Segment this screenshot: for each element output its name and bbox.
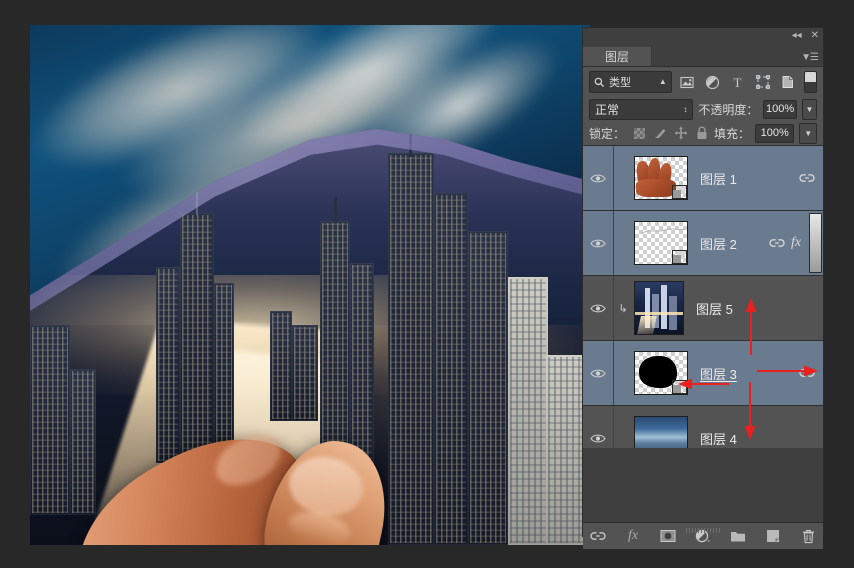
layer-name[interactable]: 图层 1 <box>700 169 737 188</box>
close-icon[interactable]: ✕ <box>811 30 819 42</box>
layer-row-5[interactable]: ↳ 图层 5 <box>583 276 823 341</box>
link-layers-button[interactable] <box>589 527 607 545</box>
photoshop-window: ◂◂ ✕ 图层 ▼☰ 类型 ▲ T 正常 ↕ 不透明度： 100% ▼ 锁定： … <box>0 0 854 568</box>
skyscraper <box>70 369 96 515</box>
panel-resize-grip[interactable] <box>686 528 720 533</box>
lock-fill-row: 锁定： 填充： 100% ▼ <box>583 121 823 145</box>
document-canvas[interactable] <box>30 25 590 545</box>
skyscraper <box>30 325 70 515</box>
eye-icon <box>590 368 606 379</box>
eye-icon <box>590 238 606 249</box>
layers-panel-toolbar: fx <box>583 522 823 549</box>
panel-menu-icon[interactable]: ▼☰ <box>801 52 819 63</box>
layers-scrollbar-thumb[interactable] <box>809 213 822 273</box>
building <box>292 325 318 421</box>
skyscraper <box>468 231 508 545</box>
svg-text:T: T <box>734 75 742 89</box>
layer-thumbnail[interactable] <box>634 221 688 265</box>
blend-mode-select[interactable]: 正常 ↕ <box>589 98 694 120</box>
fill-stepper[interactable]: ▼ <box>799 122 817 144</box>
tower-spire <box>334 197 337 223</box>
layer-thumbnail[interactable] <box>634 351 688 395</box>
skyscraper <box>508 277 548 545</box>
layer-name[interactable]: 图层 2 <box>700 234 737 253</box>
layer-thumbnail[interactable] <box>634 416 688 448</box>
skyscraper <box>156 267 180 463</box>
fingernail-highlight <box>283 450 369 523</box>
skyscraper <box>214 283 234 445</box>
lock-transparent-pixels-icon[interactable] <box>632 126 646 140</box>
mask-shape <box>639 356 677 388</box>
layer-row-1[interactable]: 图层 1 <box>583 146 823 211</box>
new-group-button[interactable] <box>729 527 747 545</box>
filter-kind-select[interactable]: 类型 ▲ <box>589 71 672 93</box>
lock-position-icon[interactable] <box>674 126 688 140</box>
eye-icon <box>590 433 606 444</box>
layer-visibility-toggle[interactable] <box>583 211 614 275</box>
layer-name[interactable]: 图层 5 <box>696 299 733 318</box>
filter-adjustment-icon[interactable] <box>703 72 722 92</box>
layer-style-button[interactable]: fx <box>624 527 642 545</box>
skyscraper <box>434 193 468 545</box>
tab-layers[interactable]: 图层 <box>583 47 652 66</box>
filter-toggle-switch[interactable] <box>803 71 818 93</box>
skyscraper <box>388 153 434 545</box>
lock-label: 锁定： <box>589 126 626 141</box>
new-layer-button[interactable] <box>764 527 782 545</box>
layer-thumbnail[interactable] <box>634 281 684 335</box>
lock-all-icon[interactable] <box>695 126 709 140</box>
lock-image-pixels-icon[interactable] <box>653 126 667 140</box>
add-layer-mask-button[interactable] <box>659 527 677 545</box>
filter-smart-object-icon[interactable] <box>778 72 797 92</box>
link-icon[interactable] <box>769 238 785 248</box>
panel-tabbar: 图层 ▼☰ <box>583 46 823 67</box>
layer-visibility-toggle[interactable] <box>583 406 614 448</box>
layer-filter-row: 类型 ▲ T <box>583 67 823 97</box>
layer-row-2[interactable]: 图层 2 fx ▼ <box>583 211 823 276</box>
filter-shape-icon[interactable] <box>753 72 772 92</box>
eye-icon <box>590 303 606 314</box>
layer-name[interactable]: 图层 3 <box>700 364 737 383</box>
link-icon[interactable] <box>799 368 815 378</box>
building <box>270 311 292 421</box>
filter-kind-label: 类型 <box>609 77 631 89</box>
panel-titlebar: ◂◂ ✕ <box>583 28 823 46</box>
layers-list-empty-area <box>583 448 823 533</box>
delete-layer-button[interactable] <box>799 527 817 545</box>
layer-visibility-toggle[interactable] <box>583 341 614 405</box>
chevron-updown-icon: ▲ <box>658 77 667 86</box>
eye-icon <box>590 173 606 184</box>
opacity-stepper[interactable]: ▼ <box>801 98 817 120</box>
layer-thumbnail[interactable] <box>634 156 688 200</box>
blend-opacity-row: 正常 ↕ 不透明度： 100% ▼ <box>583 97 823 121</box>
layer-row-4[interactable]: 图层 4 <box>583 406 823 448</box>
skyscraper <box>180 213 214 463</box>
layer-visibility-toggle[interactable] <box>583 146 614 210</box>
opacity-input[interactable]: 100% <box>763 99 797 119</box>
layer-name[interactable]: 图层 4 <box>700 429 737 448</box>
filter-type-icon[interactable]: T <box>728 72 747 92</box>
search-icon <box>594 77 605 87</box>
link-icon[interactable] <box>799 173 815 183</box>
layers-list[interactable]: 图层 1 图层 2 fx ↳ 图层 5 图层 3 图层 4 <box>583 145 823 448</box>
chevron-updown-icon: ↕ <box>683 104 688 114</box>
collapse-double-arrow-icon[interactable]: ◂◂ <box>792 30 802 42</box>
layer-row-3[interactable]: 图层 3 <box>583 341 823 406</box>
layer-effects-fx-icon[interactable]: fx <box>791 235 801 251</box>
filter-pixel-icon[interactable] <box>678 72 697 92</box>
layers-panel: ◂◂ ✕ 图层 ▼☰ 类型 ▲ T 正常 ↕ 不透明度： 100% ▼ 锁定： … <box>583 28 823 549</box>
fill-label: 填充： <box>714 126 751 141</box>
layer-visibility-toggle[interactable] <box>583 276 614 340</box>
blend-mode-value: 正常 <box>595 102 620 117</box>
opacity-label: 不透明度： <box>698 102 759 117</box>
clipping-mask-arrow-icon: ↳ <box>618 302 628 315</box>
fill-input[interactable]: 100% <box>755 123 795 143</box>
